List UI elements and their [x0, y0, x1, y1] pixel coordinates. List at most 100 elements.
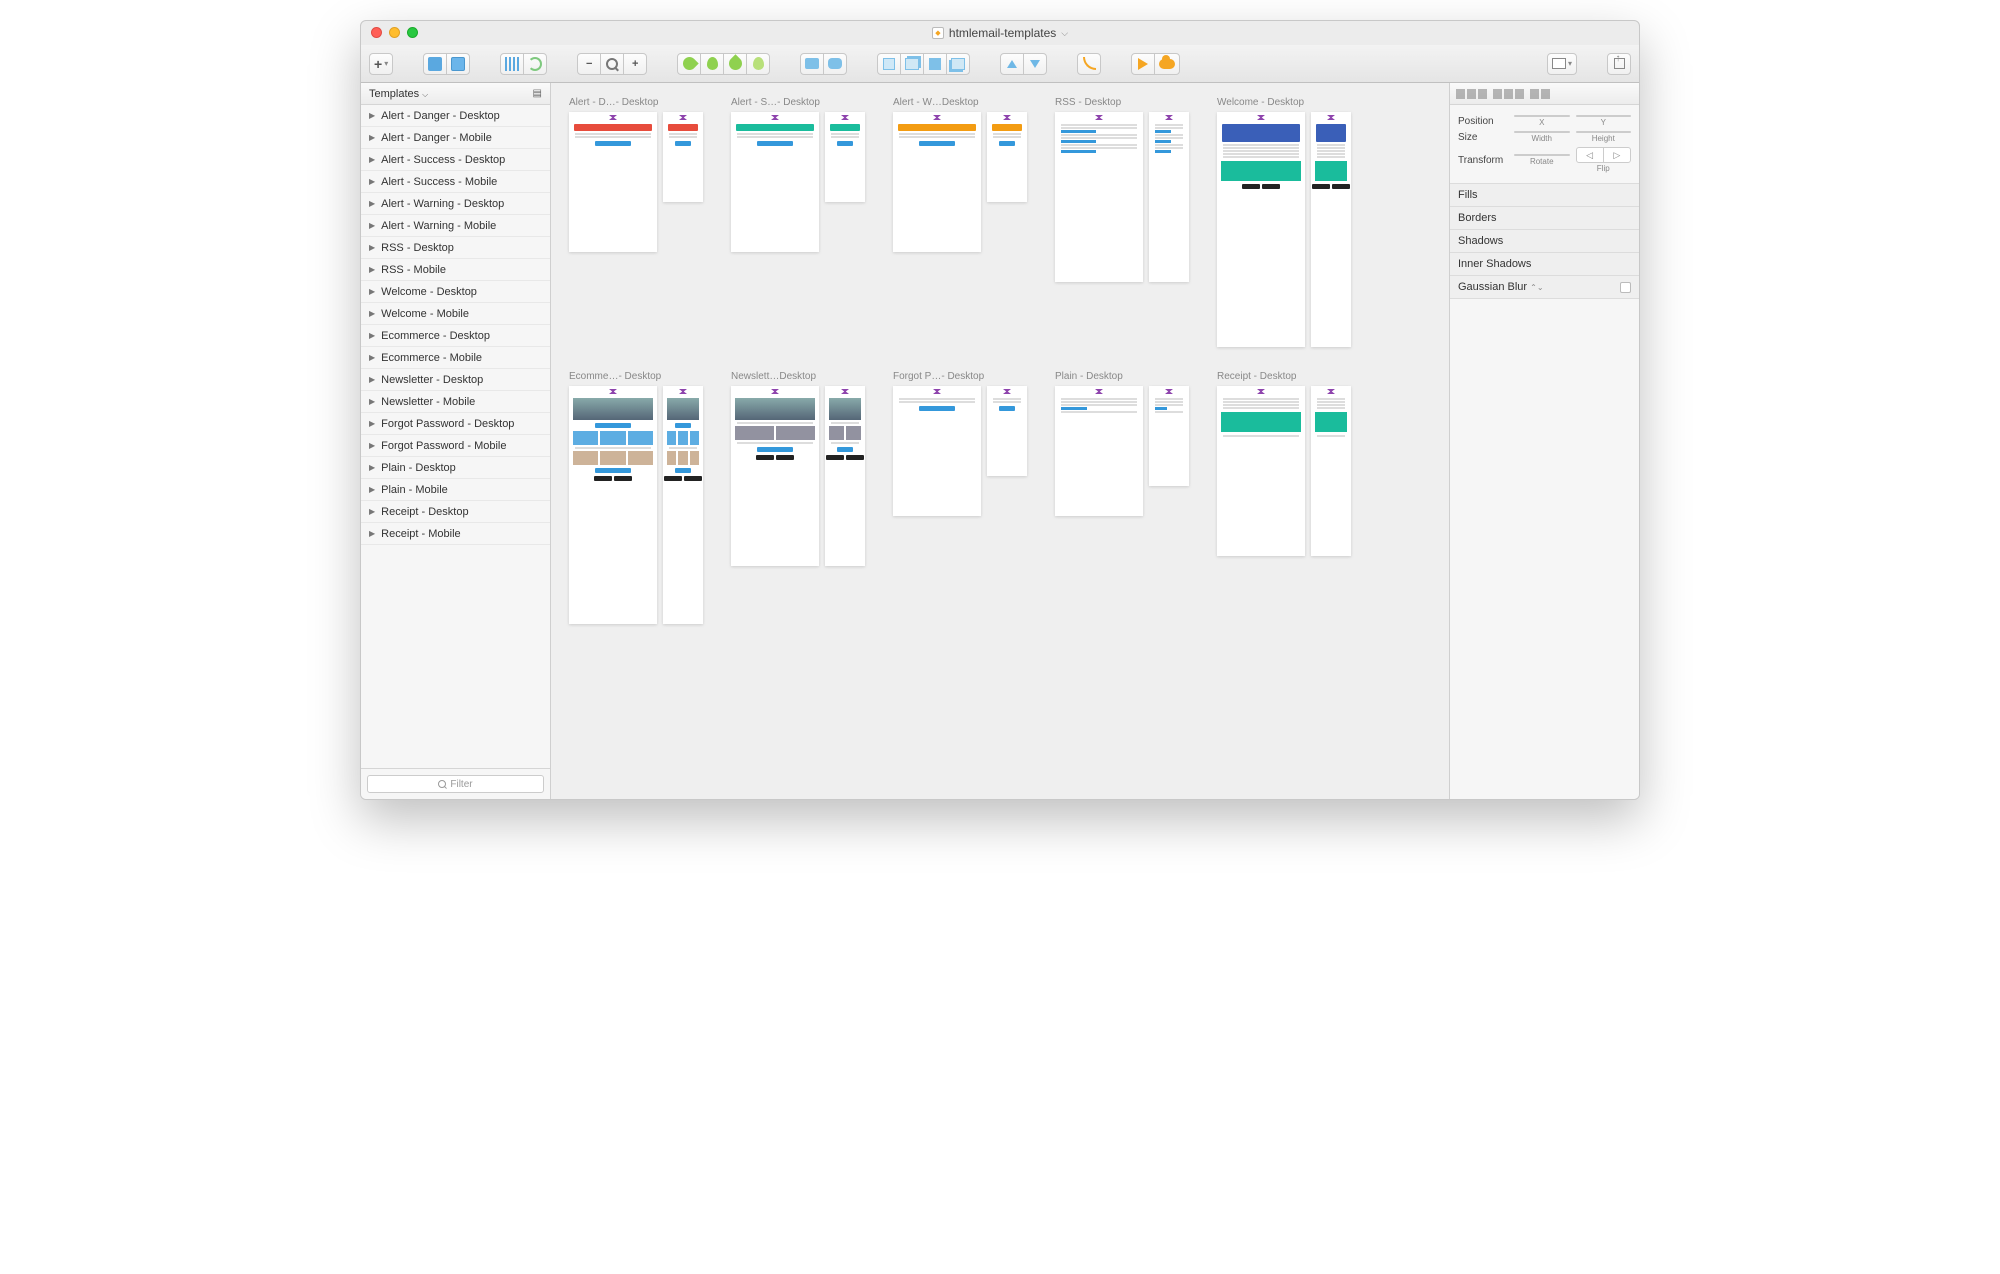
align-left-icon[interactable]	[1456, 89, 1465, 99]
difference-button[interactable]	[746, 53, 770, 75]
filter-input[interactable]: Filter	[367, 775, 544, 793]
scale-button[interactable]	[1023, 53, 1047, 75]
distribute-h-icon[interactable]	[1530, 89, 1539, 99]
borders-section[interactable]: Borders	[1450, 207, 1639, 230]
width-input[interactable]	[1514, 131, 1570, 133]
create-symbol-button[interactable]	[500, 53, 524, 75]
zoom-out-button[interactable]: −	[577, 53, 601, 75]
detach-symbol-button[interactable]	[523, 53, 547, 75]
artboard-thumbnail[interactable]	[569, 386, 657, 624]
x-input[interactable]	[1514, 115, 1570, 117]
close-button[interactable]	[371, 27, 382, 38]
artboard-label[interactable]: Ecomme…- Desktop	[569, 371, 703, 382]
artboard-label[interactable]: Alert - W…Desktop	[893, 97, 1027, 108]
artboard-thumbnail[interactable]	[825, 112, 865, 202]
align-top-icon[interactable]	[1493, 89, 1502, 99]
layer-item[interactable]: ▶Newsletter - Desktop	[361, 369, 550, 391]
window-title[interactable]: ◆ htmlemail-templates ⌵	[361, 26, 1639, 40]
align-right-icon[interactable]	[1478, 89, 1487, 99]
back-button[interactable]	[946, 53, 970, 75]
layer-item[interactable]: ▶Alert - Warning - Mobile	[361, 215, 550, 237]
insert-button[interactable]: +▾	[369, 53, 393, 75]
layer-item[interactable]: ▶Alert - Danger - Desktop	[361, 105, 550, 127]
rotate-input[interactable]	[1514, 154, 1570, 156]
artboard-label[interactable]: Alert - S…- Desktop	[731, 97, 865, 108]
layer-item[interactable]: ▶Ecommerce - Mobile	[361, 347, 550, 369]
layer-item[interactable]: ▶Alert - Success - Desktop	[361, 149, 550, 171]
align-center-icon[interactable]	[1467, 89, 1476, 99]
backward-button[interactable]	[900, 53, 924, 75]
artboard-label[interactable]: Alert - D…- Desktop	[569, 97, 703, 108]
artboard-thumbnail[interactable]	[893, 112, 981, 252]
distribute-v-icon[interactable]	[1541, 89, 1550, 99]
view-button[interactable]: ▾	[1547, 53, 1577, 75]
layer-item[interactable]: ▶Welcome - Desktop	[361, 281, 550, 303]
forward-button[interactable]	[877, 53, 901, 75]
subtract-button[interactable]	[700, 53, 724, 75]
artboard-thumbnail[interactable]	[663, 386, 703, 624]
flip-h-button[interactable]: ◁	[1576, 147, 1604, 163]
layer-item[interactable]: ▶Alert - Success - Mobile	[361, 171, 550, 193]
layer-item[interactable]: ▶Receipt - Mobile	[361, 523, 550, 545]
rounded-button[interactable]	[823, 53, 847, 75]
maximize-button[interactable]	[407, 27, 418, 38]
artboard-thumbnail[interactable]	[1217, 112, 1305, 347]
zoom-tool-button[interactable]	[600, 53, 624, 75]
layer-item[interactable]: ▶RSS - Mobile	[361, 259, 550, 281]
artboard-thumbnail[interactable]	[1217, 386, 1305, 556]
export-button[interactable]	[1607, 53, 1631, 75]
front-button[interactable]	[923, 53, 947, 75]
page-list-icon[interactable]: ▤	[533, 88, 542, 99]
artboard-thumbnail[interactable]	[825, 386, 865, 566]
canvas[interactable]: Alert - D…- Desktop Alert - S…- Desktop Al…	[551, 83, 1449, 799]
artboard-label[interactable]: RSS - Desktop	[1055, 97, 1189, 108]
artboard-thumbnail[interactable]	[1055, 112, 1143, 282]
rectangle-button[interactable]	[800, 53, 824, 75]
union-button[interactable]	[677, 53, 701, 75]
flip-v-button[interactable]: ▷	[1603, 147, 1631, 163]
layer-item[interactable]: ▶Receipt - Desktop	[361, 501, 550, 523]
fills-section[interactable]: Fills	[1450, 184, 1639, 207]
mask-button[interactable]	[1000, 53, 1024, 75]
layer-item[interactable]: ▶Plain - Mobile	[361, 479, 550, 501]
artboard-thumbnail[interactable]	[569, 112, 657, 252]
layer-item[interactable]: ▶Ecommerce - Desktop	[361, 325, 550, 347]
artboard-thumbnail[interactable]	[731, 112, 819, 252]
group-button[interactable]	[423, 53, 447, 75]
artboard-thumbnail[interactable]	[987, 386, 1027, 476]
shadows-section[interactable]: Shadows	[1450, 230, 1639, 253]
y-input[interactable]	[1576, 115, 1632, 117]
artboard-thumbnail[interactable]	[987, 112, 1027, 202]
layer-item[interactable]: ▶Welcome - Mobile	[361, 303, 550, 325]
height-input[interactable]	[1576, 131, 1632, 133]
ungroup-button[interactable]	[446, 53, 470, 75]
gaussian-blur-checkbox[interactable]	[1620, 282, 1631, 293]
artboard-label[interactable]: Plain - Desktop	[1055, 371, 1189, 382]
layer-item[interactable]: ▶Forgot Password - Desktop	[361, 413, 550, 435]
layer-item[interactable]: ▶Alert - Warning - Desktop	[361, 193, 550, 215]
artboard-thumbnail[interactable]	[1311, 386, 1351, 556]
artboard-thumbnail[interactable]	[1149, 112, 1189, 282]
gaussian-blur-section[interactable]: Gaussian Blur ⌃⌄	[1450, 276, 1639, 299]
minimize-button[interactable]	[389, 27, 400, 38]
layer-list[interactable]: ▶Alert - Danger - Desktop▶Alert - Danger…	[361, 105, 550, 768]
inner-shadows-section[interactable]: Inner Shadows	[1450, 253, 1639, 276]
artboard-label[interactable]: Newslett…Desktop	[731, 371, 865, 382]
artboard-label[interactable]: Welcome - Desktop	[1217, 97, 1351, 108]
cloud-button[interactable]	[1154, 53, 1180, 75]
artboard-label[interactable]: Receipt - Desktop	[1217, 371, 1351, 382]
layer-item[interactable]: ▶Forgot Password - Mobile	[361, 435, 550, 457]
mirror-button[interactable]	[1131, 53, 1155, 75]
artboard-label[interactable]: Forgot P…- Desktop	[893, 371, 1027, 382]
artboard-thumbnail[interactable]	[663, 112, 703, 202]
layer-item[interactable]: ▶Plain - Desktop	[361, 457, 550, 479]
artboard-thumbnail[interactable]	[1055, 386, 1143, 516]
artboard-thumbnail[interactable]	[893, 386, 981, 516]
artboard-thumbnail[interactable]	[1311, 112, 1351, 347]
artboard-thumbnail[interactable]	[1149, 386, 1189, 486]
layer-item[interactable]: ▶RSS - Desktop	[361, 237, 550, 259]
edit-button[interactable]	[1077, 53, 1101, 75]
layer-item[interactable]: ▶Newsletter - Mobile	[361, 391, 550, 413]
align-middle-icon[interactable]	[1504, 89, 1513, 99]
artboard-thumbnail[interactable]	[731, 386, 819, 566]
